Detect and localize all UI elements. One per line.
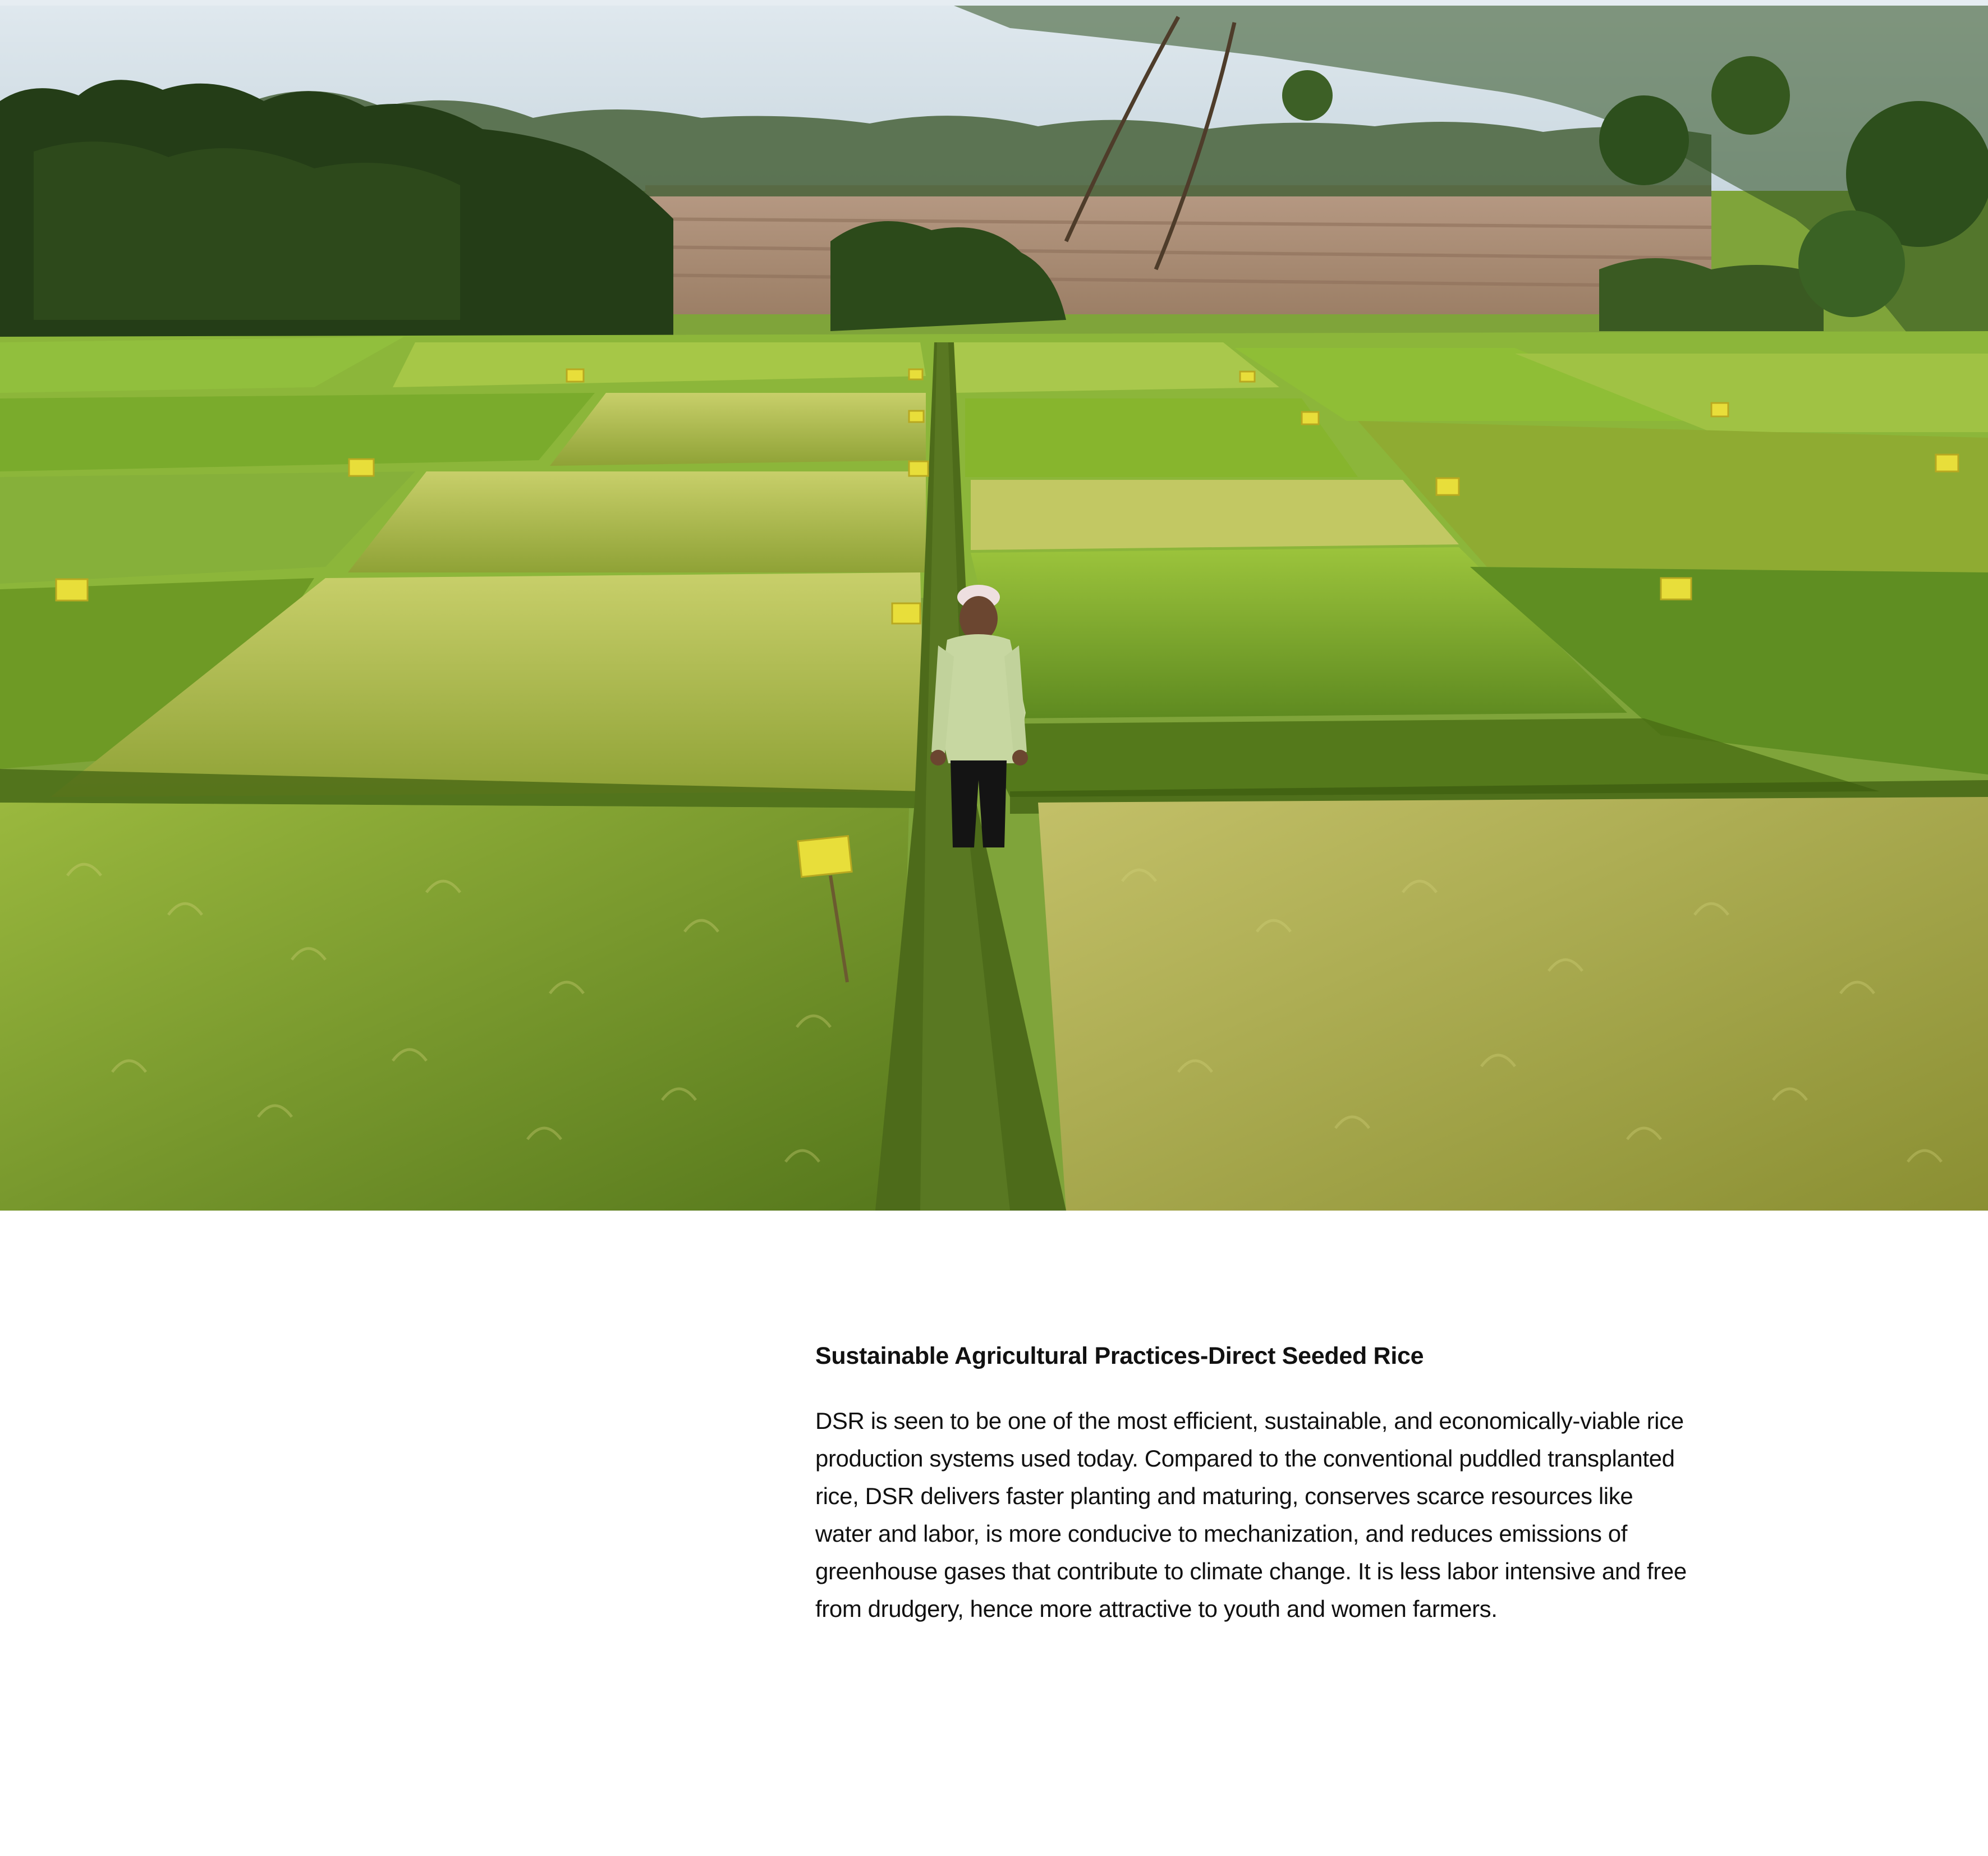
article-heading: Sustainable Agricultural Practices-Direc… — [815, 1342, 1424, 1369]
article-paragraph: DSR is seen to be one of the most effici… — [815, 1408, 1687, 1622]
rice-field-illustration — [0, 6, 1988, 1211]
rice-field-photo — [0, 6, 1988, 1211]
top-strip — [0, 0, 1988, 6]
article-text: Sustainable Agricultural Practices-Direc… — [815, 1340, 1736, 1628]
